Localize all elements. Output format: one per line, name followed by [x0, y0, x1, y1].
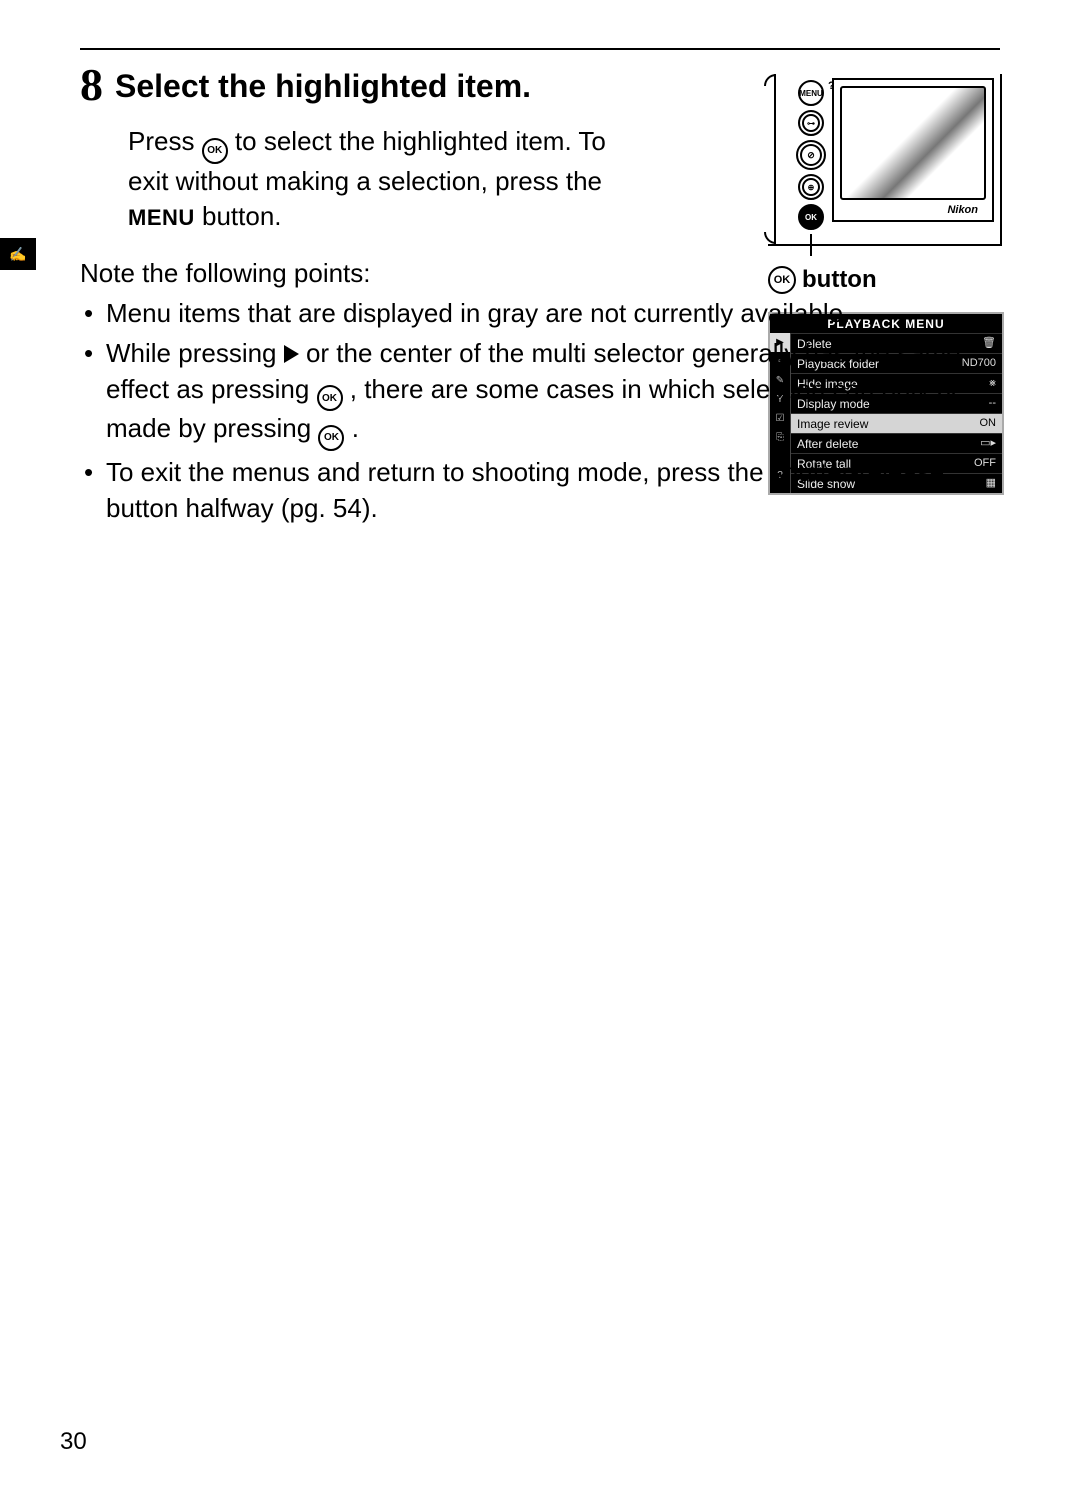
- intro-icon: ✍: [9, 246, 26, 263]
- lock-button-icon: ⊶: [798, 110, 824, 136]
- right-arrow-icon: [284, 345, 299, 363]
- ok-button-caption: OK button: [768, 266, 1000, 294]
- section-tab: ✍: [0, 238, 36, 270]
- notes-block: Note the following points: Menu items th…: [80, 256, 1000, 527]
- brand-label: Nikon: [947, 204, 978, 216]
- note-item: To exit the menus and return to shooting…: [106, 455, 1000, 527]
- step-body: Press OK to select the highlighted item.…: [128, 124, 628, 234]
- step-number: 8: [80, 62, 103, 108]
- ok-icon: OK: [317, 385, 343, 411]
- text: While pressing: [106, 338, 284, 368]
- ok-icon: OK: [202, 138, 228, 164]
- ok-icon: OK: [768, 266, 796, 294]
- ok-button-icon: OK: [798, 204, 824, 230]
- page-number: 30: [60, 1428, 87, 1456]
- note-item: Menu items that are displayed in gray ar…: [106, 296, 1000, 332]
- menu-word: MENU: [128, 205, 195, 230]
- lcd-frame: Nikon: [832, 78, 994, 222]
- text: button.: [202, 201, 282, 231]
- ok-icon: OK: [318, 425, 344, 451]
- step-title: Select the highlighted item.: [115, 68, 531, 105]
- thumb-button-icon: ⊘: [796, 140, 826, 170]
- text: .: [352, 413, 359, 443]
- note-item: While pressing or the center of the mult…: [106, 336, 1000, 452]
- text: Press: [128, 126, 202, 156]
- caption-text: button: [802, 266, 877, 294]
- camera-diagram: ? MENU ⊶ ⊘ ⊕ OK Nikon: [768, 74, 1002, 246]
- menu-button-icon: MENU: [798, 80, 824, 106]
- zoom-button-icon: ⊕: [798, 174, 824, 200]
